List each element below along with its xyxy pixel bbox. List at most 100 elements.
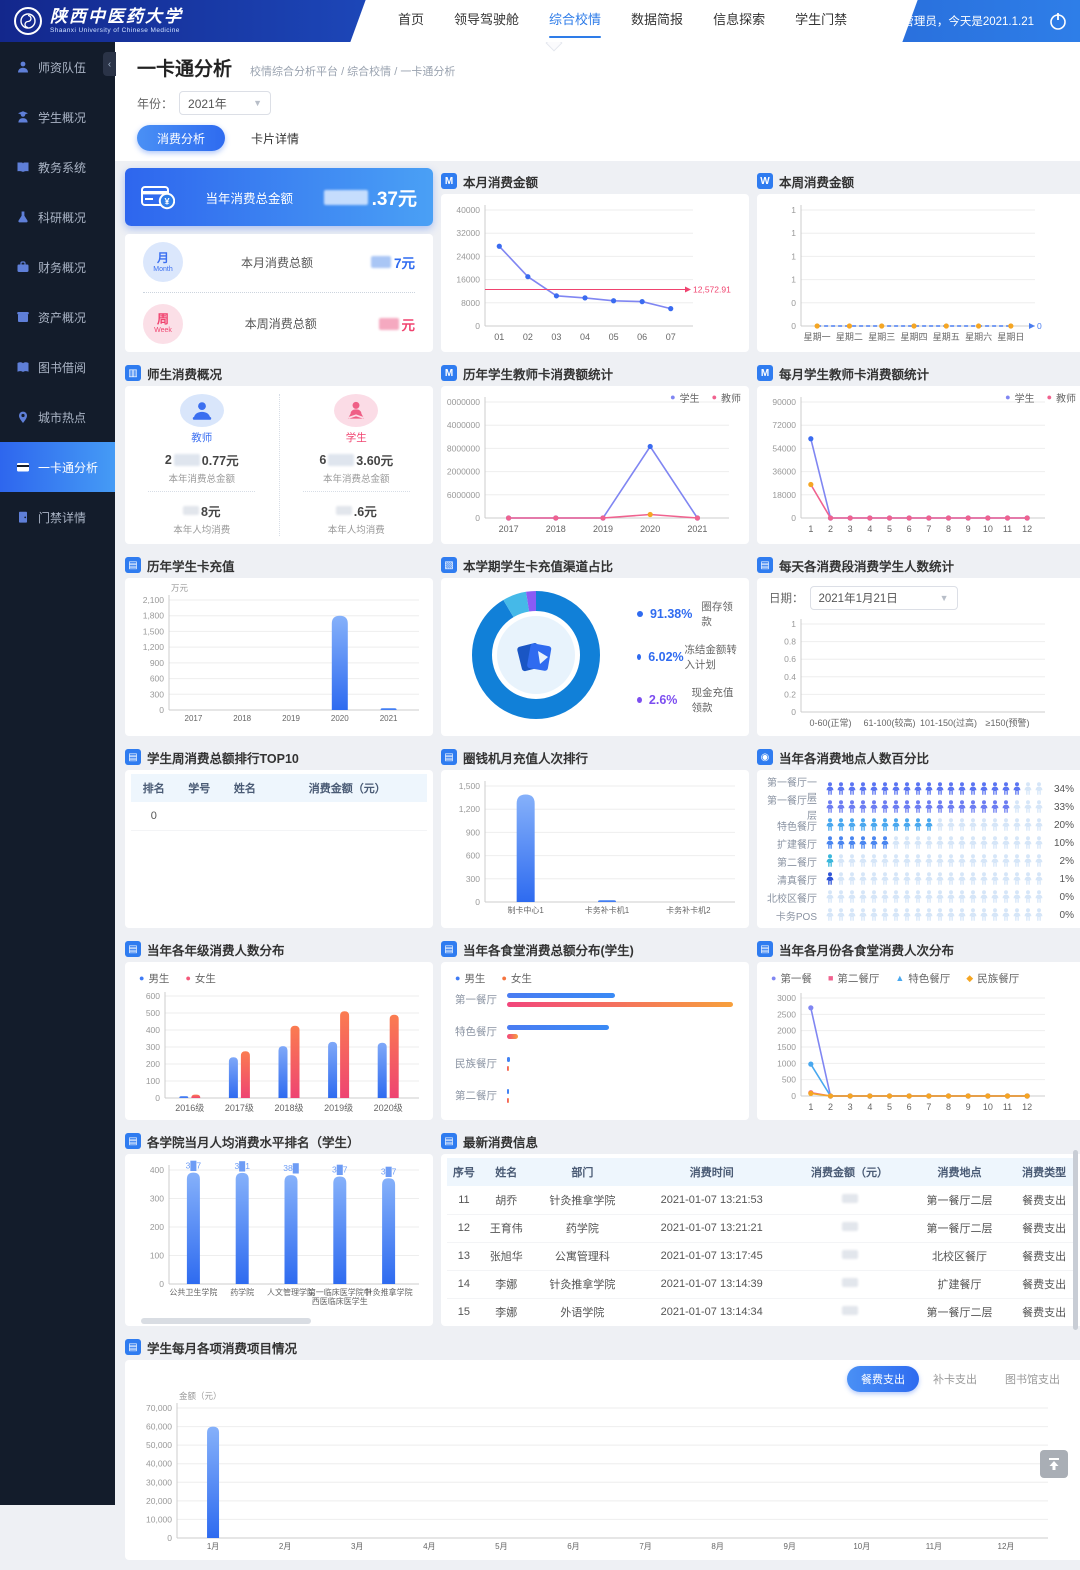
svg-text:0: 0 bbox=[159, 1279, 164, 1289]
card-header-icon: ▤ bbox=[125, 1133, 141, 1149]
chart-legend: ●第一餐■第二餐厅▲特色餐厅◆民族餐厅 bbox=[763, 966, 1078, 986]
svg-text:11: 11 bbox=[1003, 1102, 1012, 1112]
nav-item-0[interactable]: 首页 bbox=[398, 0, 424, 42]
back-to-top-button[interactable] bbox=[1040, 1450, 1068, 1478]
student-avg-value: .6元 bbox=[336, 501, 377, 520]
svg-text:300: 300 bbox=[150, 1194, 164, 1204]
toggle-2[interactable]: 图书馆支出 bbox=[991, 1366, 1074, 1392]
student-icon bbox=[16, 110, 30, 124]
finance-icon bbox=[16, 260, 30, 274]
svg-text:40,000: 40,000 bbox=[146, 1459, 172, 1469]
month-week-panel: 月Month 本月消费总额 7元 周Week 本周消费总额 元 bbox=[125, 234, 433, 352]
month-total-value: 7元 bbox=[371, 252, 415, 272]
nav-item-1[interactable]: 领导驾驶舱 bbox=[454, 0, 519, 42]
sidebar-item-student[interactable]: 学生概况 bbox=[0, 92, 115, 142]
tab-card-detail[interactable]: 卡片详情 bbox=[251, 130, 299, 147]
table-header: 姓名 bbox=[481, 1158, 532, 1186]
card-title: 每月学生教师卡消费额统计 bbox=[779, 364, 929, 383]
chart-horizontal-scrollbar[interactable] bbox=[141, 1318, 311, 1324]
svg-text:3: 3 bbox=[848, 524, 853, 534]
card-header-icon: ▧ bbox=[441, 557, 457, 573]
svg-text:50,000: 50,000 bbox=[146, 1440, 172, 1450]
svg-text:2000: 2000 bbox=[777, 1026, 796, 1036]
svg-text:0: 0 bbox=[791, 1091, 796, 1101]
sidebar: 师资队伍学生概况教务系统科研概况财务概况资产概况图书借阅城市热点一卡通分析门禁详… bbox=[0, 42, 115, 1505]
college-rank-chart: 0100200300400公共卫生学院3█7药学院3█1人文管理学院38█第一临… bbox=[131, 1158, 427, 1315]
chevron-down-icon: ▼ bbox=[940, 593, 949, 603]
nav-item-2[interactable]: 综合校情 bbox=[549, 0, 601, 42]
svg-text:2020: 2020 bbox=[640, 524, 660, 534]
svg-text:300: 300 bbox=[466, 874, 480, 884]
sidebar-item-edu[interactable]: 教务系统 bbox=[0, 142, 115, 192]
toggle-1[interactable]: 补卡支出 bbox=[919, 1366, 991, 1392]
svg-text:10: 10 bbox=[983, 1102, 993, 1112]
svg-text:900: 900 bbox=[466, 827, 480, 837]
svg-text:500: 500 bbox=[782, 1075, 796, 1085]
picto-row: 第一餐厅二层33% bbox=[763, 798, 1074, 816]
nav-item-3[interactable]: 数据简报 bbox=[631, 0, 683, 42]
svg-text:2017: 2017 bbox=[499, 524, 519, 534]
nav-item-4[interactable]: 信息探索 bbox=[713, 0, 765, 42]
student-column: 学生 63.60元 本年消费总金额 .6元 本年人均消费 bbox=[280, 394, 434, 536]
card-title: 当年各年级消费人数分布 bbox=[147, 940, 285, 959]
month-total-label: 本月消费总额 bbox=[193, 254, 361, 271]
monthly-card-consumption-chart: 0180003600054000720009000012345678910111… bbox=[763, 390, 1078, 543]
svg-text:0: 0 bbox=[1037, 321, 1042, 331]
card-icon bbox=[16, 460, 30, 474]
nav-item-5[interactable]: 学生门禁 bbox=[795, 0, 847, 42]
svg-text:100: 100 bbox=[146, 1076, 160, 1086]
logout-power-icon[interactable] bbox=[1048, 11, 1068, 31]
yearly-recharge-chart: 万元03006009001,2001,5001,8002,10020172018… bbox=[131, 582, 427, 735]
sidebar-item-sci[interactable]: 科研概况 bbox=[0, 192, 115, 242]
svg-text:药学院: 药学院 bbox=[230, 1287, 254, 1297]
sidebar-item-team[interactable]: 师资队伍 bbox=[0, 42, 115, 92]
svg-text:1: 1 bbox=[791, 275, 796, 285]
svg-text:8: 8 bbox=[946, 524, 951, 534]
top10-cell: ▤学生周消费总额排行TOP10 排名学号姓名消费金额（元）0 bbox=[125, 744, 433, 928]
page-header: 一卡通分析 校情综合分析平台 / 综合校情 / 一卡通分析 年份： 2021年▼… bbox=[115, 42, 1080, 161]
sidebar-item-finance[interactable]: 财务概况 bbox=[0, 242, 115, 292]
svg-text:3█7: 3█7 bbox=[381, 1166, 397, 1177]
door-icon bbox=[16, 510, 30, 524]
tab-consume-analysis[interactable]: 消费分析 bbox=[137, 125, 225, 151]
table-header: 消费金额（元） bbox=[790, 1158, 908, 1186]
chart-legend: ●男生●女生 bbox=[131, 966, 427, 986]
sidebar-collapse-button[interactable]: ‹ bbox=[103, 52, 116, 76]
year-select[interactable]: 2021年▼ bbox=[179, 91, 271, 115]
sidebar-item-door[interactable]: 门禁详情 bbox=[0, 492, 115, 542]
svg-text:24000: 24000 bbox=[456, 251, 480, 261]
topbar: 陕西中医药大学 Shaanxi University of Chinese Me… bbox=[0, 0, 1080, 42]
svg-text:星期四: 星期四 bbox=[900, 332, 927, 342]
svg-text:5: 5 bbox=[887, 1102, 892, 1112]
card-header-icon: W bbox=[757, 173, 773, 189]
sidebar-item-city[interactable]: 城市热点 bbox=[0, 392, 115, 442]
svg-text:公共卫生学院: 公共卫生学院 bbox=[169, 1287, 217, 1297]
hbar-row: 特色餐厅 bbox=[449, 1024, 733, 1039]
card-title: 本周消费金额 bbox=[779, 172, 854, 191]
toggle-0[interactable]: 餐费支出 bbox=[847, 1366, 919, 1392]
page-scrollbar-thumb[interactable] bbox=[1073, 1150, 1078, 1330]
card-header-icon: ▤ bbox=[125, 749, 141, 765]
recharge-rank-chart: 03006009001,2001,500制卡中心1卡务补卡机1卡务补卡机2 bbox=[447, 774, 743, 927]
picto-row: 卡务POS0% bbox=[763, 906, 1074, 924]
sidebar-item-asset[interactable]: 资产概况 bbox=[0, 292, 115, 342]
svg-text:1,200: 1,200 bbox=[143, 642, 165, 652]
monthly-projects-cell: ▤学生每月各项消费项目情况 餐费支出补卡支出图书馆支出 金额（元）010,000… bbox=[125, 1334, 1080, 1560]
table-header: 消费类型 bbox=[1010, 1158, 1078, 1186]
donut-legend-row: 91.38%圈存领款 bbox=[637, 599, 743, 629]
svg-text:星期日: 星期日 bbox=[997, 332, 1024, 342]
arrow-up-icon bbox=[1047, 1457, 1061, 1471]
svg-text:3000: 3000 bbox=[777, 993, 796, 1003]
date-select[interactable]: 2021年1月21日▼ bbox=[810, 586, 958, 610]
school-name-en: Shaanxi University of Chinese Medicine bbox=[50, 28, 183, 35]
sidebar-item-book[interactable]: 图书借阅 bbox=[0, 342, 115, 392]
sidebar-item-label: 门禁详情 bbox=[38, 509, 86, 526]
svg-text:18000: 18000 bbox=[772, 490, 796, 500]
card-header-icon: ▤ bbox=[757, 557, 773, 573]
table-row: 15李娜外语学院2021-01-07 13:14:34第一餐厅二层餐费支出 bbox=[447, 1298, 1078, 1322]
svg-text:101-150(过高): 101-150(过高) bbox=[920, 717, 977, 728]
svg-text:2017: 2017 bbox=[185, 714, 203, 723]
sidebar-item-label: 师资队伍 bbox=[38, 59, 86, 76]
edu-icon bbox=[16, 160, 30, 174]
sidebar-item-card[interactable]: 一卡通分析 bbox=[0, 442, 115, 492]
